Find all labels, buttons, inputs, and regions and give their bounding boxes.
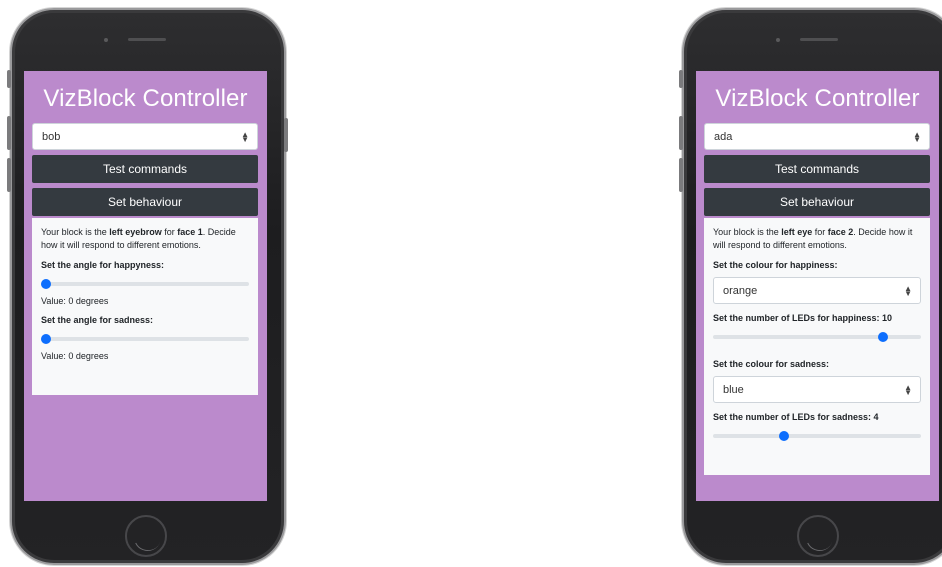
intro-text: Your block is the left eyebrow for face … [41, 227, 236, 250]
sadness-angle-label: Set the angle for sadness: [41, 315, 154, 325]
behaviour-panel: Your block is the left eyebrow for face … [32, 218, 258, 395]
slider-track [41, 282, 249, 286]
sadness-colour-value: blue [723, 384, 744, 396]
sadness-colour-label: Set the colour for sadness: [713, 359, 830, 369]
happiness-colour-select[interactable]: orange ▲ ▼ [713, 277, 921, 304]
block-select[interactable]: ada ▲ ▼ [704, 123, 930, 150]
block-select-value: ada [714, 131, 733, 143]
sadness-value-text: Value: 0 degrees [41, 351, 109, 361]
happiness-colour-value: orange [723, 285, 758, 297]
speaker-icon [800, 38, 838, 41]
app-screen: VizBlock Controller bob ▲ ▼ Test commands… [24, 71, 267, 501]
speaker-icon [128, 38, 166, 41]
slider-track [713, 335, 921, 339]
volume-up-button [679, 116, 683, 150]
volume-down-button [7, 158, 11, 192]
volume-up-button [7, 116, 11, 150]
slider-thumb[interactable] [878, 332, 888, 342]
mute-switch [679, 70, 683, 88]
app-screen: VizBlock Controller ada ▲ ▼ Test commands… [696, 71, 939, 501]
app-title: VizBlock Controller [715, 85, 920, 112]
behaviour-panel: Your block is the left eye for face 2. D… [704, 218, 930, 475]
phone-left: VizBlock Controller bob ▲ ▼ Test commands… [7, 8, 288, 565]
test-commands-button[interactable]: Test commands [704, 155, 930, 183]
phone-right: VizBlock Controller ada ▲ ▼ Test commands… [679, 8, 942, 565]
sadness-angle-slider[interactable] [41, 331, 249, 345]
slider-thumb[interactable] [41, 334, 51, 344]
app-title: VizBlock Controller [43, 85, 248, 112]
block-select-value: bob [42, 131, 61, 143]
select-caret-icon: ▲ ▼ [904, 284, 912, 298]
camera-icon [104, 38, 108, 42]
home-button-icon [797, 515, 839, 557]
select-caret-icon: ▲ ▼ [913, 130, 921, 144]
slider-track [41, 337, 249, 341]
camera-icon [776, 38, 780, 42]
test-commands-button[interactable]: Test commands [32, 155, 258, 183]
set-behaviour-button[interactable]: Set behaviour [32, 188, 258, 216]
happiness-colour-label: Set the colour for happiness: [713, 260, 838, 270]
power-button [284, 118, 288, 152]
volume-down-button [679, 158, 683, 192]
select-caret-icon: ▲ ▼ [904, 383, 912, 397]
sadness-leds-label: Set the number of LEDs for sadness: 4 [713, 412, 879, 422]
happiness-angle-slider[interactable] [41, 276, 249, 290]
mute-switch [7, 70, 11, 88]
slider-thumb[interactable] [779, 431, 789, 441]
block-select[interactable]: bob ▲ ▼ [32, 123, 258, 150]
happiness-leds-slider[interactable] [713, 329, 921, 343]
set-behaviour-button[interactable]: Set behaviour [704, 188, 930, 216]
intro-text: Your block is the left eye for face 2. D… [713, 227, 913, 250]
home-button-icon [125, 515, 167, 557]
happiness-leds-label: Set the number of LEDs for happiness: 10 [713, 313, 893, 323]
sadness-leds-slider[interactable] [713, 428, 921, 442]
slider-track [713, 434, 921, 438]
happiness-value-text: Value: 0 degrees [41, 296, 109, 306]
sadness-colour-select[interactable]: blue ▲ ▼ [713, 376, 921, 403]
slider-thumb[interactable] [41, 279, 51, 289]
select-caret-icon: ▲ ▼ [241, 130, 249, 144]
happiness-angle-label: Set the angle for happyness: [41, 260, 165, 270]
